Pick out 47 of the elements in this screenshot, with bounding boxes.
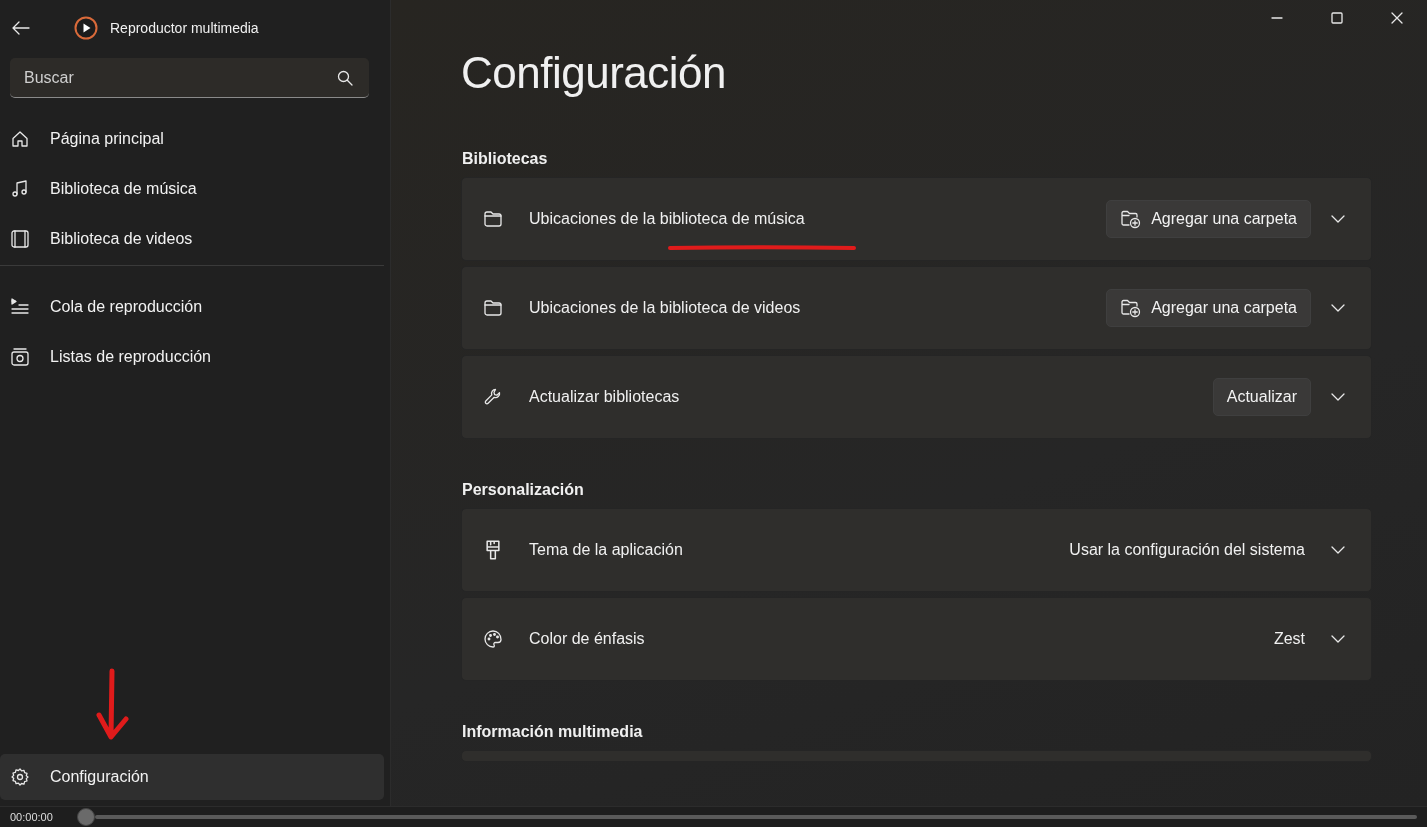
section-heading: Información multimedia xyxy=(462,723,644,741)
close-icon xyxy=(1391,12,1403,24)
sidebar-item[interactable]: Página principal xyxy=(0,114,384,164)
home-icon xyxy=(10,129,30,149)
sidebar-item[interactable]: Cola de reproducción xyxy=(0,282,384,332)
folder-icon xyxy=(483,209,503,229)
folder-add-icon xyxy=(1120,209,1143,229)
folder-icon xyxy=(483,298,503,318)
chevron-down-icon xyxy=(1331,546,1345,554)
palette-icon xyxy=(483,629,503,649)
time-elapsed: 00:00:00 xyxy=(10,811,53,823)
sidebar-item[interactable]: Biblioteca de videos xyxy=(0,214,384,264)
setting-label: Ubicaciones de la biblioteca de videos xyxy=(529,299,801,317)
chevron-down-icon xyxy=(1331,393,1345,401)
search-field[interactable]: Buscar xyxy=(10,58,369,98)
action-button[interactable]: Agregar una carpeta xyxy=(1106,200,1311,238)
paintbrush-icon xyxy=(486,540,500,560)
setting-label: Ubicaciones de la biblioteca de música xyxy=(529,210,805,228)
setting-label: Color de énfasis xyxy=(529,630,645,648)
setting-value: Usar la configuración del sistema xyxy=(1069,541,1305,559)
chevron-down-icon xyxy=(1331,215,1345,223)
maximize-icon xyxy=(1331,12,1343,24)
folder-add-icon xyxy=(1120,298,1143,318)
back-arrow-icon xyxy=(12,21,30,35)
window-title: Reproductor multimedia xyxy=(110,20,259,36)
settings-icon xyxy=(10,767,30,787)
app-logo-icon xyxy=(74,16,98,40)
setting-label: Tema de la aplicación xyxy=(529,541,683,559)
film-icon xyxy=(10,229,30,249)
setting-value: Zest xyxy=(1273,630,1305,648)
wrench-icon xyxy=(483,387,503,407)
sidebar-item[interactable]: Listas de reproducción xyxy=(0,332,384,382)
action-button[interactable]: Actualizar xyxy=(1212,378,1311,416)
chevron-down-icon xyxy=(1331,635,1345,643)
setting-label: Actualizar bibliotecas xyxy=(529,388,680,406)
sidebar-item[interactable]: Biblioteca de música xyxy=(0,164,384,214)
music-note-icon xyxy=(10,179,30,199)
section-heading: Bibliotecas xyxy=(462,150,549,168)
chevron-down-icon xyxy=(1331,304,1345,312)
seek-thumb[interactable] xyxy=(76,808,95,826)
section-heading: Personalización xyxy=(462,481,585,499)
sidebar-item[interactable]: Configuración xyxy=(0,754,384,800)
queue-icon xyxy=(10,297,30,317)
page-title: Configuración xyxy=(461,48,727,98)
search-icon xyxy=(337,70,353,86)
playlist-icon xyxy=(10,347,30,367)
action-button[interactable]: Agregar una carpeta xyxy=(1106,289,1311,327)
